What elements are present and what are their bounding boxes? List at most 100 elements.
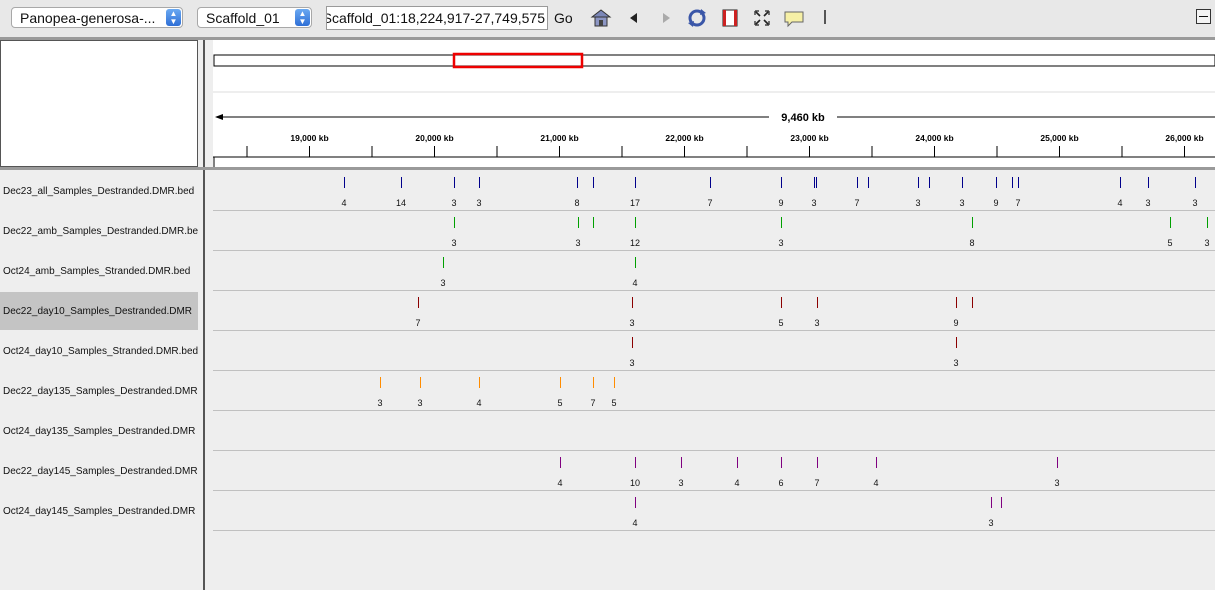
genome-dropdown[interactable]: Panopea-generosa-... ▲ ▼ <box>11 7 183 28</box>
popup-info-icon[interactable] <box>783 7 805 29</box>
dmr-feature[interactable] <box>972 217 973 228</box>
dmr-feature[interactable] <box>614 377 615 388</box>
track-row[interactable]: 4 14 3 3 8 17 7 9 3 7 3 3 9 7 4 3 3 <box>213 170 1215 211</box>
panel-divider[interactable] <box>203 40 205 590</box>
dmr-feature[interactable] <box>991 497 992 508</box>
track-name[interactable]: Oct24_amb_Samples_Stranded.DMR.bed <box>0 252 198 290</box>
dmr-feature[interactable] <box>857 177 858 188</box>
dmr-feature[interactable] <box>868 177 869 188</box>
dmr-feature[interactable] <box>420 377 421 388</box>
dmr-feature[interactable] <box>632 337 633 348</box>
track-row[interactable]: 43 <box>213 490 1215 531</box>
dmr-feature[interactable] <box>996 177 997 188</box>
dmr-feature[interactable] <box>635 497 636 508</box>
chromosome-dropdown[interactable]: Scaffold_01 ▲ ▼ <box>197 7 312 28</box>
dmr-feature[interactable] <box>929 177 930 188</box>
dmr-feature[interactable] <box>1195 177 1196 188</box>
track-row[interactable] <box>213 410 1215 451</box>
dmr-feature[interactable] <box>781 217 782 228</box>
dmr-feature[interactable] <box>344 177 345 188</box>
dmr-feature[interactable] <box>737 457 738 468</box>
track-row[interactable]: 3 3 4 5 7 5 <box>213 370 1215 411</box>
go-button[interactable]: Go <box>554 10 573 26</box>
dmr-feature[interactable] <box>956 297 957 308</box>
dmr-feature[interactable] <box>454 217 455 228</box>
feature-count-label: 8 <box>574 198 580 208</box>
dmr-feature[interactable] <box>454 177 455 188</box>
locus-text: Scaffold_01:18,224,917-27,749,575 <box>326 10 545 26</box>
dmr-feature[interactable] <box>560 377 561 388</box>
chromosome-ideogram[interactable] <box>213 54 1215 67</box>
track-name[interactable]: Dec22_day10_Samples_Destranded.DMR <box>0 292 198 330</box>
feature-count-label: 3 <box>953 358 959 368</box>
locus-input[interactable]: Scaffold_01:18,224,917-27,749,575 <box>326 6 548 30</box>
dmr-feature[interactable] <box>962 177 963 188</box>
track-name[interactable]: Oct24_day10_Samples_Stranded.DMR.bed <box>0 332 198 370</box>
track-row[interactable]: 3 3 12 3 8 5 3 <box>213 210 1215 251</box>
dmr-feature[interactable] <box>1207 217 1208 228</box>
track-row[interactable]: 33 <box>213 330 1215 371</box>
dmr-feature[interactable] <box>635 177 636 188</box>
dmr-feature[interactable] <box>593 217 594 228</box>
dmr-feature[interactable] <box>479 377 480 388</box>
dmr-feature[interactable] <box>817 297 818 308</box>
dmr-feature[interactable] <box>635 217 636 228</box>
dmr-feature[interactable] <box>816 177 817 188</box>
dmr-feature[interactable] <box>817 457 818 468</box>
dmr-feature[interactable] <box>1001 497 1002 508</box>
dmr-feature[interactable] <box>710 177 711 188</box>
track-row[interactable]: 7 3 5 3 9 <box>213 290 1215 331</box>
dmr-feature[interactable] <box>632 297 633 308</box>
dmr-feature[interactable] <box>918 177 919 188</box>
dmr-feature[interactable] <box>560 457 561 468</box>
track-name[interactable]: Oct24_day135_Samples_Destranded.DMR <box>0 412 198 450</box>
dmr-feature[interactable] <box>593 377 594 388</box>
track-row[interactable]: 4 10 3 4 6 7 4 3 <box>213 450 1215 491</box>
track-name[interactable]: Oct24_day145_Samples_Destranded.DMR <box>0 492 198 530</box>
dmr-feature[interactable] <box>781 297 782 308</box>
dmr-feature[interactable] <box>972 297 973 308</box>
track-name[interactable]: Dec22_day145_Samples_Destranded.DMR <box>0 452 198 490</box>
track-name[interactable]: Dec22_amb_Samples_Destranded.DMR.bed <box>0 212 198 250</box>
refresh-icon[interactable] <box>686 7 708 29</box>
dmr-feature[interactable] <box>1120 177 1121 188</box>
feature-count-label: 9 <box>953 318 959 328</box>
feature-count-label: 5 <box>611 398 617 408</box>
resize-to-window-icon[interactable] <box>751 7 773 29</box>
dmr-feature[interactable] <box>956 337 957 348</box>
dmr-feature[interactable] <box>1018 177 1019 188</box>
feature-count-label: 7 <box>1015 198 1021 208</box>
dmr-feature[interactable] <box>479 177 480 188</box>
dmr-feature[interactable] <box>418 297 419 308</box>
home-icon[interactable] <box>590 7 612 29</box>
dmr-feature[interactable] <box>681 457 682 468</box>
dmr-feature[interactable] <box>443 257 444 268</box>
ruler-tick-label: 24,000 kb <box>915 133 953 143</box>
dmr-feature[interactable] <box>635 457 636 468</box>
back-icon[interactable] <box>623 7 645 29</box>
track-name[interactable]: Dec23_all_Samples_Destranded.DMR.bed <box>0 172 198 210</box>
feature-count-label: 4 <box>341 198 347 208</box>
dmr-feature[interactable] <box>781 457 782 468</box>
dmr-feature[interactable] <box>1148 177 1149 188</box>
minimize-button[interactable] <box>1196 9 1211 24</box>
region-of-interest-icon[interactable] <box>719 7 741 29</box>
dmr-feature[interactable] <box>577 177 578 188</box>
dmr-feature[interactable] <box>814 177 815 188</box>
dmr-feature[interactable] <box>1170 217 1171 228</box>
dmr-feature[interactable] <box>578 217 579 228</box>
dmr-feature[interactable] <box>380 377 381 388</box>
dmr-feature[interactable] <box>401 177 402 188</box>
dmr-feature[interactable] <box>635 257 636 268</box>
dmr-feature[interactable] <box>781 177 782 188</box>
forward-icon[interactable] <box>655 7 677 29</box>
track-name[interactable]: Dec22_day135_Samples_Destranded.DMR <box>0 372 198 410</box>
dmr-feature[interactable] <box>593 177 594 188</box>
dmr-feature[interactable] <box>1057 457 1058 468</box>
feature-count-label: 5 <box>1167 238 1173 248</box>
track-row[interactable]: 34 <box>213 250 1215 291</box>
ruler[interactable]: 9,460 kb 19,000 kb 20,000 kb 21,000 kb 22,0… <box>213 40 1215 167</box>
ruler-panel: 9,460 kb 19,000 kb 20,000 kb 21,000 kb 22,0… <box>213 40 1215 167</box>
dmr-feature[interactable] <box>1012 177 1013 188</box>
dmr-feature[interactable] <box>876 457 877 468</box>
